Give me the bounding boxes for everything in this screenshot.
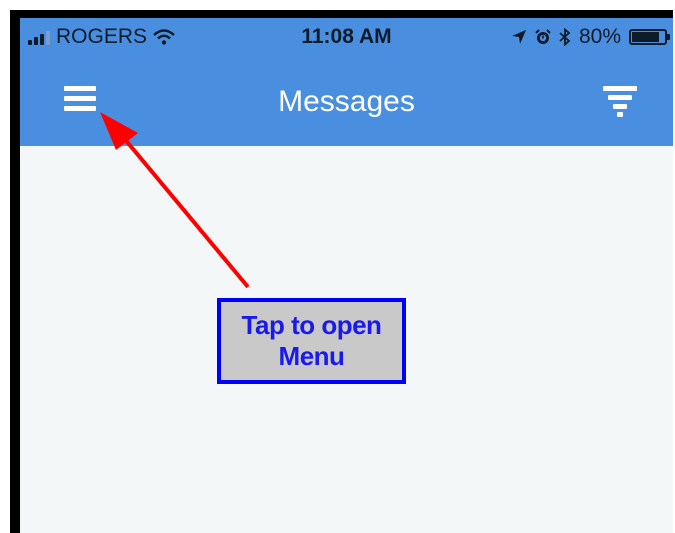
phone-screen: ROGERS 11:08 AM 80% Messages Tap to open… xyxy=(20,18,673,533)
navigation-bar: Messages xyxy=(20,56,673,146)
alarm-icon xyxy=(535,29,551,44)
annotation-line-1: Tap to open xyxy=(241,310,382,340)
location-icon xyxy=(511,30,526,44)
battery-percent: 80% xyxy=(578,25,621,48)
status-right: 80% xyxy=(511,25,670,49)
annotation-callout: Tap to open Menu xyxy=(217,298,406,384)
status-bar: ROGERS 11:08 AM 80% xyxy=(20,18,673,56)
annotation-line-2: Menu xyxy=(278,341,345,371)
battery-icon xyxy=(629,29,670,45)
page-title: Messages xyxy=(278,85,415,118)
phone-bezel: ROGERS 11:08 AM 80% Messages Tap to open… xyxy=(10,10,673,533)
filter-icon[interactable] xyxy=(603,86,639,118)
screenshot-frame: ROGERS 11:08 AM 80% Messages Tap to open… xyxy=(0,0,675,533)
bluetooth-icon xyxy=(559,28,571,46)
